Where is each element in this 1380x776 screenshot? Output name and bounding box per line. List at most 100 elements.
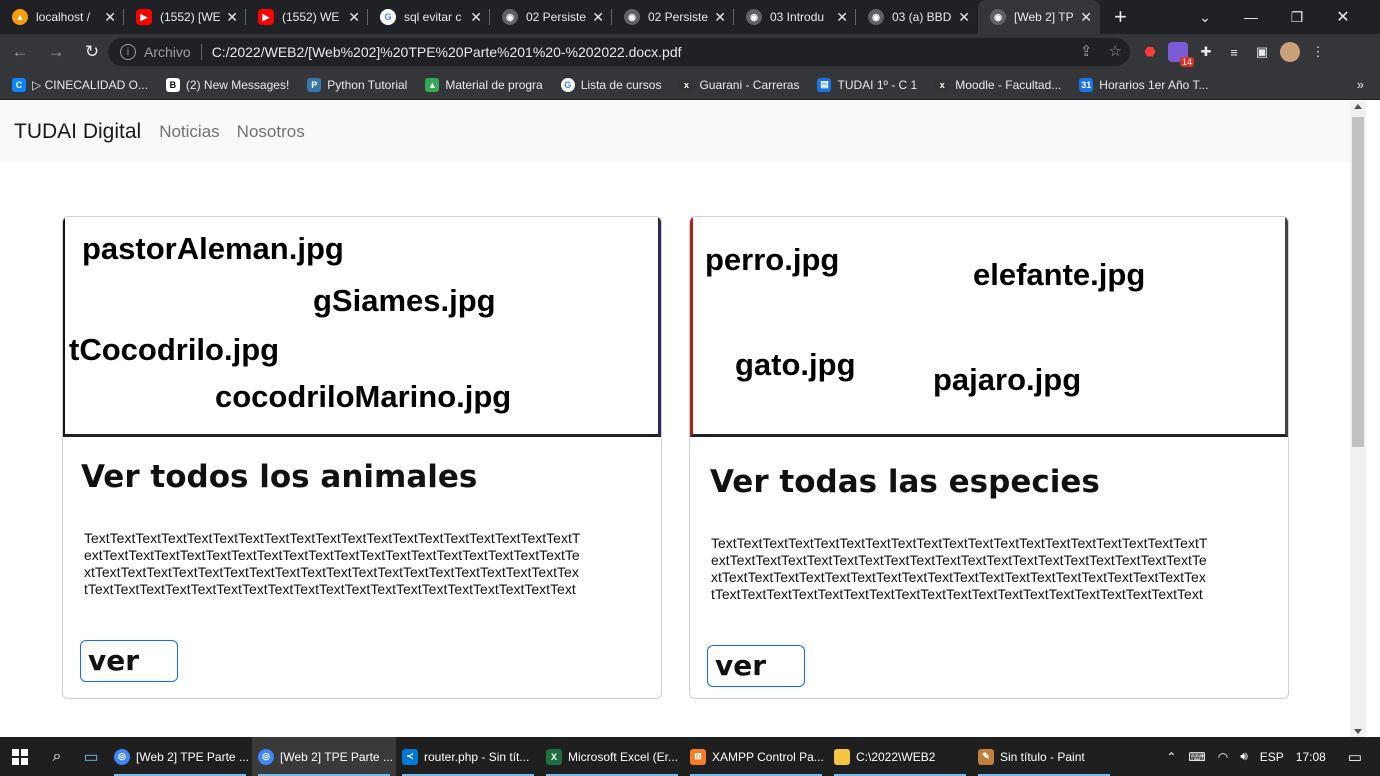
bookmark-star-icon[interactable]: ☆ bbox=[1109, 42, 1122, 60]
tab-label: [Web 2] TP bbox=[1014, 10, 1074, 24]
adblock-icon[interactable]: ⬣ bbox=[1140, 42, 1160, 62]
bookmark-item[interactable]: 31 Horarios 1er Año T... bbox=[1079, 77, 1208, 92]
close-icon[interactable]: ✕ bbox=[104, 9, 116, 26]
info-icon[interactable]: i bbox=[120, 44, 136, 60]
nav-link-nosotros[interactable]: Nosotros bbox=[237, 122, 305, 142]
bookmark-item[interactable]: C ▷ CINECALIDAD O... bbox=[12, 77, 148, 92]
address-url[interactable]: C:/2022/WEB2/[Web%202]%20TPE%20Parte%201… bbox=[212, 44, 682, 60]
profile-avatar[interactable] bbox=[1280, 42, 1300, 62]
globe-icon: ◉ bbox=[868, 9, 884, 25]
search-icon[interactable]: ⌕ bbox=[40, 737, 74, 776]
task-view-icon[interactable]: ▭ bbox=[74, 737, 108, 776]
page-scrollbar[interactable] bbox=[1350, 101, 1366, 737]
globe-icon: ◉ bbox=[746, 9, 762, 25]
bookmark-item[interactable]: P Python Tutorial bbox=[307, 77, 407, 92]
close-icon[interactable]: ✕ bbox=[714, 9, 726, 26]
taskbar-app-label: Microsoft Excel (Er... bbox=[568, 749, 679, 764]
vscode-icon: ≺ bbox=[402, 748, 418, 765]
clock[interactable]: 17:08 bbox=[1296, 750, 1326, 764]
taskbar-app-label: router.php - Sin tít... bbox=[424, 749, 530, 764]
close-icon[interactable]: ✕ bbox=[592, 9, 604, 26]
browser-tab[interactable]: ▶ (1552) WE ✕ bbox=[246, 0, 368, 34]
browser-tab[interactable]: ◉ 02 Persiste ✕ bbox=[612, 0, 734, 34]
card-image: perro.jpg elefante.jpg gato.jpg pajaro.j… bbox=[690, 217, 1288, 437]
globe-icon: ◉ bbox=[502, 9, 518, 25]
taskbar-app[interactable]: C:\2022\WEB2 bbox=[828, 737, 972, 776]
start-button[interactable] bbox=[0, 737, 40, 776]
notification-icon[interactable]: ▭ bbox=[1348, 748, 1362, 766]
taskbar-app[interactable]: X Microsoft Excel (Er... bbox=[540, 737, 684, 776]
close-icon[interactable]: ✕ bbox=[958, 9, 970, 26]
close-icon[interactable]: ✕ bbox=[1080, 9, 1092, 26]
calendar-icon: 31 bbox=[1079, 77, 1094, 92]
bookmark-item[interactable]: B (2) New Messages! bbox=[165, 77, 289, 92]
forward-button[interactable]: → bbox=[40, 36, 72, 68]
ver-animales-button[interactable]: ver bbox=[80, 640, 178, 682]
tab-label: 03 Introdu bbox=[770, 10, 825, 24]
bookmark-item[interactable]: ▲ Material de progra bbox=[425, 77, 543, 92]
close-icon[interactable]: ✕ bbox=[226, 9, 238, 26]
close-window-button[interactable]: ✕ bbox=[1320, 0, 1366, 34]
card-title: Ver todos los animales bbox=[81, 459, 478, 495]
excel-icon: X bbox=[546, 748, 562, 765]
b-icon: B bbox=[165, 77, 180, 92]
scroll-down-icon[interactable] bbox=[1354, 729, 1362, 734]
browser-tab[interactable]: ◉ 03 Introdu ✕ bbox=[734, 0, 856, 34]
taskbar-app-label: XAMPP Control Pa... bbox=[712, 749, 824, 764]
address-bar[interactable]: i Archivo C:/2022/WEB2/[Web%202]%20TPE%2… bbox=[108, 38, 1130, 66]
nav-link-noticias[interactable]: Noticias bbox=[159, 122, 219, 142]
menu-kebab-icon[interactable]: ⋮ bbox=[1308, 42, 1328, 62]
taskbar-app-label: [Web 2] TPE Parte ... bbox=[136, 749, 249, 764]
tab-label: 03 (a) BBD bbox=[892, 10, 952, 24]
volume-icon[interactable]: 🔊︎ bbox=[1240, 749, 1248, 764]
close-icon[interactable]: ✕ bbox=[348, 9, 360, 26]
close-icon[interactable]: ✕ bbox=[836, 9, 848, 26]
browser-tab[interactable]: ▲ localhost / ✕ bbox=[0, 0, 124, 34]
extension-badge-icon[interactable]: 14 bbox=[1168, 42, 1194, 67]
taskbar-app-active[interactable]: ◎ [Web 2] TPE Parte ... bbox=[252, 737, 396, 776]
card-title: Ver todas las especies bbox=[710, 464, 1100, 500]
tab-label: sql evitar c bbox=[404, 10, 462, 24]
side-panel-icon[interactable]: ▣ bbox=[1252, 42, 1272, 62]
browser-tab[interactable]: ▶ (1552) [WE ✕ bbox=[124, 0, 246, 34]
tab-label: (1552) WE bbox=[282, 10, 340, 24]
taskbar-app-label: C:\2022\WEB2 bbox=[856, 749, 936, 764]
taskbar-app[interactable]: ◎ [Web 2] TPE Parte ... bbox=[108, 737, 252, 776]
taskbar-app[interactable]: ≺ router.php - Sin tít... bbox=[396, 737, 540, 776]
bookmark-item[interactable]: ▤ TUDAI 1º - C 1 bbox=[817, 77, 917, 92]
google-icon: G bbox=[560, 77, 575, 92]
bookmark-item[interactable]: x Guarani - Carreras bbox=[679, 77, 799, 92]
minimize-button[interactable]: — bbox=[1228, 0, 1274, 34]
tray-chevron-icon[interactable]: ⌃ bbox=[1166, 750, 1176, 764]
restore-button[interactable]: ❐ bbox=[1274, 0, 1320, 34]
reload-button[interactable]: ↻ bbox=[76, 36, 108, 68]
browser-tab[interactable]: ◉ 02 Persiste ✕ bbox=[490, 0, 612, 34]
extension-badge-count: 14 bbox=[1179, 57, 1194, 67]
folder-icon bbox=[834, 748, 850, 765]
site-brand[interactable]: TUDAI Digital bbox=[14, 120, 141, 144]
taskbar-app-label: [Web 2] TPE Parte ... bbox=[280, 749, 393, 764]
wifi-icon[interactable]: ◠ bbox=[1218, 750, 1228, 764]
browser-tab-active[interactable]: ◉ [Web 2] TP ✕ bbox=[978, 0, 1100, 34]
extensions-puzzle-icon[interactable]: ✚ bbox=[1196, 42, 1216, 62]
chrome-icon: ◎ bbox=[114, 748, 130, 765]
taskbar-app[interactable]: ✎ Sin título - Paint bbox=[972, 737, 1116, 776]
browser-tab[interactable]: G sql evitar c ✕ bbox=[368, 0, 490, 34]
new-tab-button[interactable]: + bbox=[1114, 4, 1127, 30]
bookmarks-overflow-icon[interactable]: » bbox=[1357, 77, 1364, 92]
share-icon[interactable]: ⇪ bbox=[1080, 42, 1093, 60]
card-especies: perro.jpg elefante.jpg gato.jpg pajaro.j… bbox=[689, 216, 1289, 699]
scroll-up-icon[interactable] bbox=[1354, 104, 1362, 109]
ver-especies-button[interactable]: ver bbox=[707, 645, 805, 687]
input-method-icon[interactable]: ⌨ bbox=[1188, 750, 1205, 764]
bookmark-item[interactable]: G Lista de cursos bbox=[560, 77, 661, 92]
bookmark-item[interactable]: x Moodle - Facultad... bbox=[935, 77, 1061, 92]
browser-tab[interactable]: ◉ 03 (a) BBD ✕ bbox=[856, 0, 978, 34]
media-queue-icon[interactable]: ≡ bbox=[1224, 42, 1244, 62]
language-indicator[interactable]: ESP bbox=[1260, 750, 1284, 764]
taskbar-app[interactable]: ⊠ XAMPP Control Pa... bbox=[684, 737, 828, 776]
tab-search-icon[interactable]: ⌄ bbox=[1182, 0, 1228, 34]
back-button[interactable]: ← bbox=[4, 36, 36, 68]
scrollbar-thumb[interactable] bbox=[1352, 117, 1364, 447]
close-icon[interactable]: ✕ bbox=[470, 9, 482, 26]
